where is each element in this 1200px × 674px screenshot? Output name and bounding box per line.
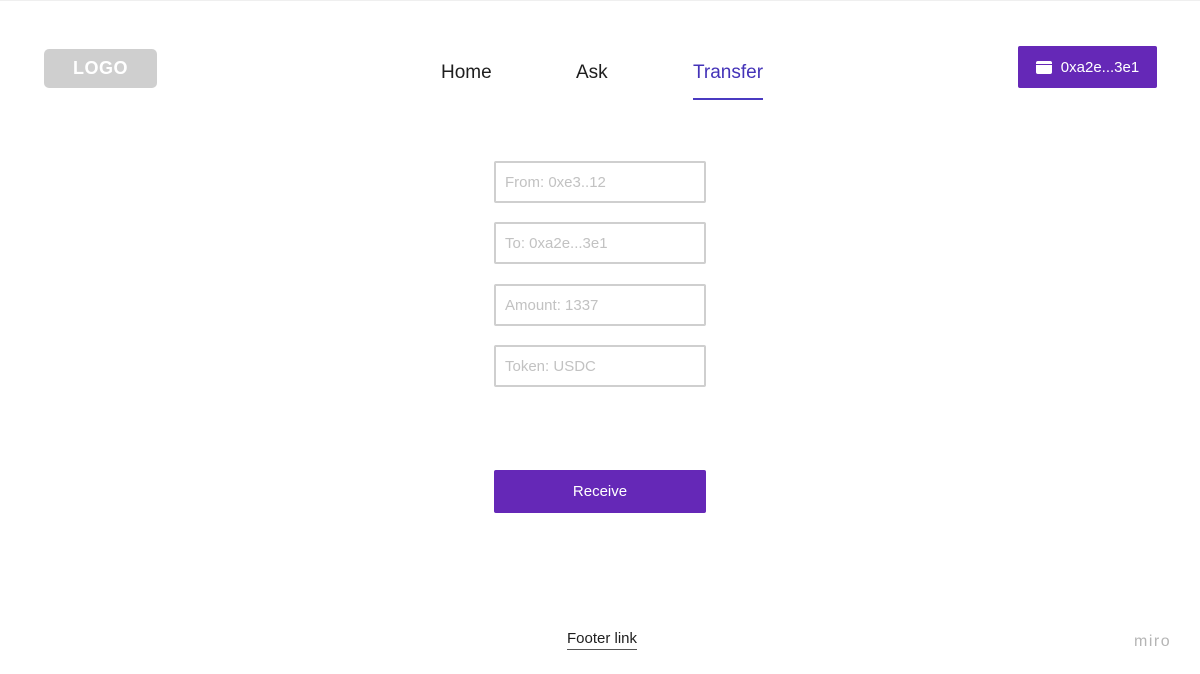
logo-text: LOGO <box>73 58 128 78</box>
token-field[interactable] <box>494 345 706 387</box>
receive-button[interactable]: Receive <box>494 470 706 513</box>
wallet-button[interactable]: 0xa2e...3e1 <box>1018 46 1157 88</box>
nav-home-link[interactable]: Home <box>441 62 492 100</box>
to-field[interactable] <box>494 222 706 264</box>
miro-watermark: miro <box>1134 633 1172 650</box>
amount-field[interactable] <box>494 284 706 326</box>
wallet-address: 0xa2e...3e1 <box>1060 58 1140 76</box>
footer-link[interactable]: Footer link <box>567 630 638 650</box>
from-field[interactable] <box>494 161 706 203</box>
nav-transfer-link[interactable]: Transfer <box>693 62 764 100</box>
wallet-icon <box>1035 60 1052 74</box>
logo[interactable]: LOGO <box>44 49 157 88</box>
page: LOGO Home Ask Transfer 0xa2e...3e1 Recei… <box>0 0 1200 674</box>
nav-ask-link[interactable]: Ask <box>576 62 608 100</box>
